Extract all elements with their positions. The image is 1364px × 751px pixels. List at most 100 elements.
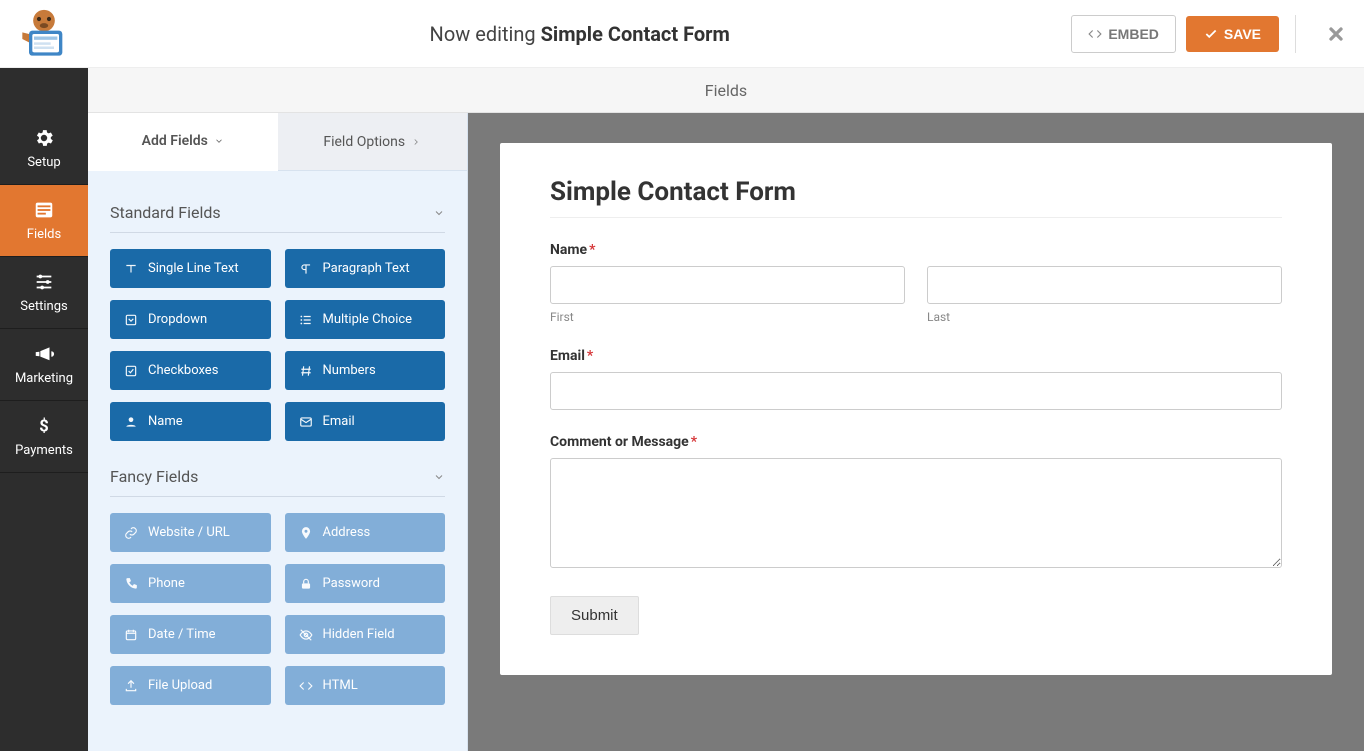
last-name-input[interactable] — [927, 266, 1282, 304]
field-row-email[interactable]: Email* — [550, 348, 1282, 410]
lock-icon — [299, 577, 313, 591]
sidebar-item-setup[interactable]: Setup — [0, 113, 88, 185]
field-button-password[interactable]: Password — [285, 564, 446, 603]
form-preview-card: Simple Contact Form Name* First Last — [500, 143, 1332, 675]
sidebar-item-label: Settings — [20, 299, 67, 314]
field-button-hidden-field[interactable]: Hidden Field — [285, 615, 446, 654]
field-button-label: Checkboxes — [148, 363, 218, 378]
group-header[interactable]: Fancy Fields — [110, 449, 445, 497]
group-title: Fancy Fields — [110, 467, 198, 486]
paragraph-icon — [299, 262, 313, 276]
editing-prefix: Now editing — [430, 22, 541, 46]
group-header[interactable]: Standard Fields — [110, 185, 445, 233]
field-button-address[interactable]: Address — [285, 513, 446, 552]
sublabel-last: Last — [927, 310, 1282, 324]
panel-header: Fields — [88, 68, 1364, 113]
app-logo — [0, 9, 88, 59]
editing-form-name: Simple Contact Form — [541, 22, 730, 46]
sidebar-item-label: Fields — [27, 227, 61, 242]
sidebar-item-label: Payments — [15, 443, 73, 458]
sidebar-item-fields[interactable]: Fields — [0, 185, 88, 257]
envelope-icon — [299, 415, 313, 429]
field-button-label: Name — [148, 414, 183, 429]
email-input[interactable] — [550, 372, 1282, 410]
field-button-label: Password — [323, 576, 380, 591]
sidebar-item-label: Marketing — [15, 371, 73, 386]
sidebar-item-label: Setup — [27, 155, 60, 170]
list-icon — [299, 313, 313, 327]
left-sidebar: Setup Fields Settings Marketing $ Paymen… — [0, 113, 88, 751]
close-button[interactable] — [1308, 24, 1364, 44]
eye-slash-icon — [299, 628, 313, 642]
tab-label: Field Options — [323, 134, 405, 150]
map-pin-icon — [299, 526, 313, 540]
field-row-message[interactable]: Comment or Message* — [550, 434, 1282, 572]
field-button-checkboxes[interactable]: Checkboxes — [110, 351, 271, 390]
field-button-email[interactable]: Email — [285, 402, 446, 441]
sidebar-item-settings[interactable]: Settings — [0, 257, 88, 329]
tab-add-fields[interactable]: Add Fields — [88, 113, 278, 171]
gear-icon — [33, 127, 55, 149]
link-icon — [124, 526, 138, 540]
field-button-label: Dropdown — [148, 312, 207, 327]
field-label: Email* — [550, 348, 1282, 364]
field-button-numbers[interactable]: Numbers — [285, 351, 446, 390]
field-button-multiple-choice[interactable]: Multiple Choice — [285, 300, 446, 339]
field-button-label: Address — [323, 525, 371, 540]
tab-field-options[interactable]: Field Options — [278, 113, 468, 171]
field-button-label: Phone — [148, 576, 185, 591]
sliders-icon — [33, 271, 55, 293]
field-button-label: Hidden Field — [323, 627, 395, 642]
required-asterisk: * — [589, 242, 595, 258]
sidebar-item-marketing[interactable]: Marketing — [0, 329, 88, 401]
preview-area: Simple Contact Form Name* First Last — [468, 113, 1364, 751]
field-button-single-line-text[interactable]: Single Line Text — [110, 249, 271, 288]
dollar-icon: $ — [33, 415, 55, 437]
close-icon — [1326, 24, 1346, 44]
field-row-name[interactable]: Name* First Last — [550, 242, 1282, 324]
upload-icon — [124, 679, 138, 693]
fields-panel: Add Fields Field Options Standard Fields… — [88, 113, 468, 751]
form-icon — [33, 199, 55, 221]
field-button-label: Paragraph Text — [323, 261, 410, 276]
user-icon — [124, 415, 138, 429]
check-square-icon — [124, 364, 138, 378]
field-button-dropdown[interactable]: Dropdown — [110, 300, 271, 339]
field-button-website-url[interactable]: Website / URL — [110, 513, 271, 552]
editing-title: Now editing Simple Contact Form — [88, 22, 1071, 46]
first-name-input[interactable] — [550, 266, 905, 304]
hash-icon — [299, 364, 313, 378]
field-button-file-upload[interactable]: File Upload — [110, 666, 271, 705]
field-button-label: File Upload — [148, 678, 212, 693]
required-asterisk: * — [691, 434, 697, 450]
field-button-paragraph-text[interactable]: Paragraph Text — [285, 249, 446, 288]
field-button-html[interactable]: HTML — [285, 666, 446, 705]
field-button-label: Website / URL — [148, 525, 230, 540]
phone-icon — [124, 577, 138, 591]
submit-button[interactable]: Submit — [550, 596, 639, 635]
form-title: Simple Contact Form — [550, 177, 1282, 207]
required-asterisk: * — [587, 348, 593, 364]
group-title: Standard Fields — [110, 203, 221, 222]
message-textarea[interactable] — [550, 458, 1282, 568]
chevron-down-icon — [214, 136, 224, 146]
panel-tabs: Add Fields Field Options — [88, 113, 467, 171]
sidebar-item-payments[interactable]: $ Payments — [0, 401, 88, 473]
field-button-label: Email — [323, 414, 355, 429]
divider — [550, 217, 1282, 218]
field-button-label: HTML — [323, 678, 358, 693]
wpforms-logo-icon — [17, 9, 71, 59]
submit-button-label: Submit — [571, 607, 618, 624]
field-button-phone[interactable]: Phone — [110, 564, 271, 603]
field-button-date-time[interactable]: Date / Time — [110, 615, 271, 654]
bullhorn-icon — [33, 343, 55, 365]
chevron-right-icon — [411, 137, 421, 147]
embed-button[interactable]: EMBED — [1071, 15, 1176, 53]
save-button[interactable]: SAVE — [1186, 16, 1279, 52]
topbar: Now editing Simple Contact Form EMBED SA… — [0, 0, 1364, 68]
chevron-down-icon — [433, 471, 445, 483]
code-icon — [1088, 27, 1102, 41]
field-button-name[interactable]: Name — [110, 402, 271, 441]
field-button-label: Multiple Choice — [323, 312, 413, 327]
field-label: Comment or Message* — [550, 434, 1282, 450]
